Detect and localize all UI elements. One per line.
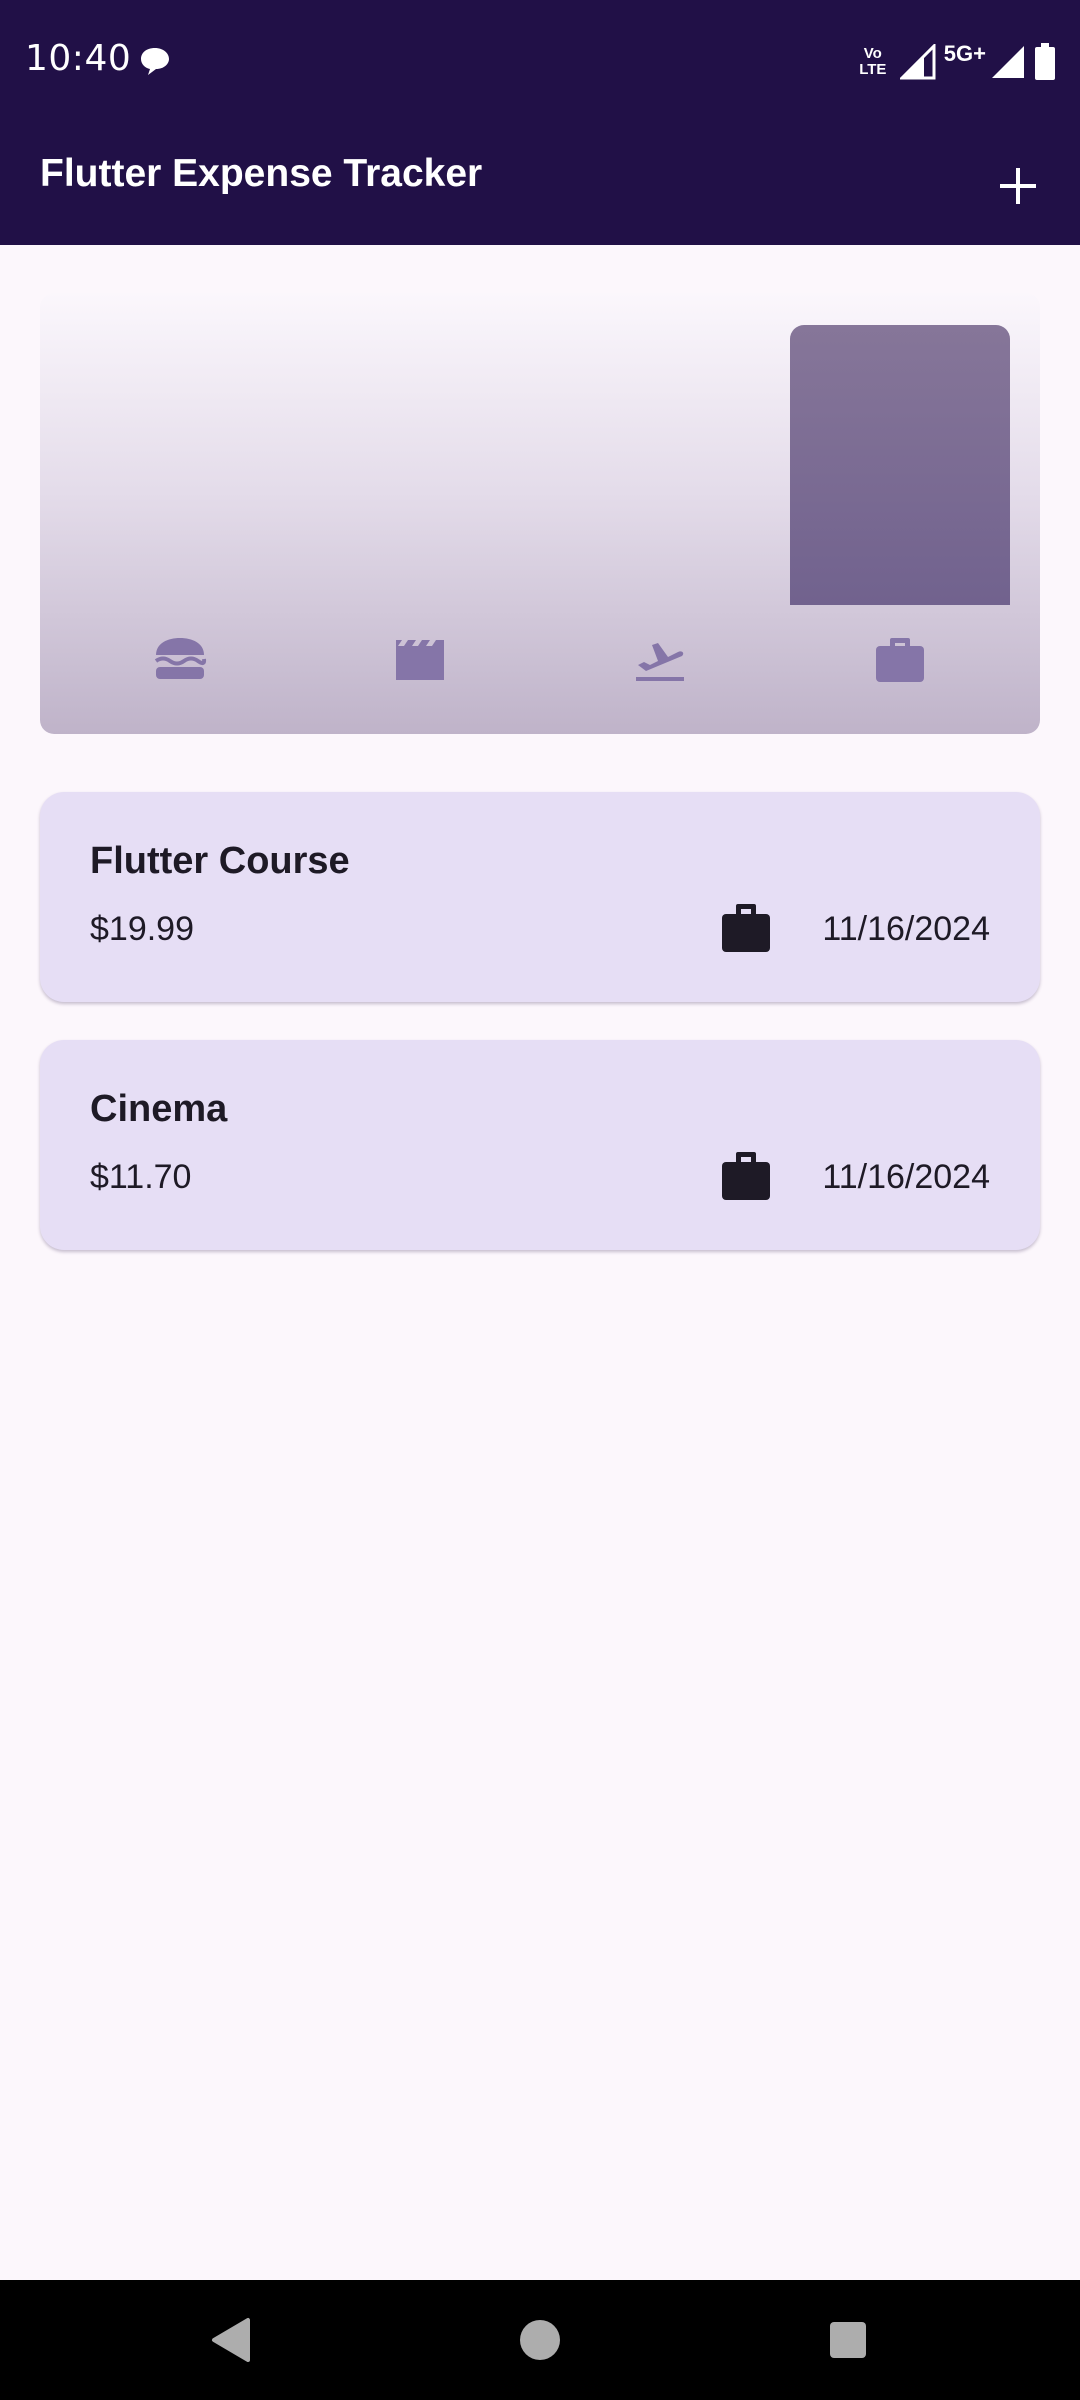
chat-bubble-icon <box>141 48 169 75</box>
chart-bar-slot-leisure <box>310 325 530 605</box>
briefcase-icon <box>722 1152 770 1200</box>
status-time: 10:40 <box>25 38 132 79</box>
signal-icon <box>899 44 936 80</box>
chart-bar-slot-work <box>790 325 1010 605</box>
expense-item[interactable]: Cinema $11.70 11/16/2024 <box>40 1040 1040 1250</box>
home-circle-icon <box>520 2320 560 2360</box>
expense-item[interactable]: Flutter Course $19.99 11/16/2024 <box>40 792 1040 1002</box>
back-triangle-icon <box>212 2318 250 2362</box>
system-nav-bar <box>0 2280 1080 2400</box>
app-bar: Flutter Expense Tracker <box>0 126 1080 245</box>
recents-button[interactable] <box>816 2308 880 2372</box>
expense-date: 11/16/2024 <box>822 910 990 948</box>
burger-icon <box>150 633 210 685</box>
expense-chart <box>40 293 1040 734</box>
recents-square-icon <box>830 2322 866 2358</box>
clapperboard-icon <box>390 633 450 685</box>
home-button[interactable] <box>508 2308 572 2372</box>
expense-date: 11/16/2024 <box>822 1158 990 1196</box>
expense-title: Cinema <box>90 1088 228 1130</box>
volte-label-bottom: LTE <box>859 61 887 78</box>
flight-takeoff-icon <box>630 633 690 685</box>
network-type-label: 5G+ <box>943 41 986 66</box>
app-title: Flutter Expense Tracker <box>40 152 483 195</box>
signal-full-icon <box>992 46 1024 78</box>
volte-icon: Vo LTE <box>854 46 892 78</box>
briefcase-icon <box>870 633 930 685</box>
status-icons: Vo LTE 5G+ <box>854 40 1056 84</box>
battery-icon <box>1035 43 1055 80</box>
chart-bar-slot-food <box>70 325 290 605</box>
volte-label-top: Vo <box>863 45 882 62</box>
plus-icon <box>1000 168 1036 204</box>
expense-title: Flutter Course <box>90 840 350 882</box>
expense-amount: $11.70 <box>90 1158 192 1196</box>
add-expense-button[interactable] <box>978 146 1058 226</box>
expense-amount: $19.99 <box>90 910 194 948</box>
briefcase-icon <box>722 904 770 952</box>
chart-bar-slot-travel <box>550 325 770 605</box>
back-button[interactable] <box>198 2308 262 2372</box>
status-bar: 10:40 Vo LTE 5G+ <box>0 0 1080 126</box>
chart-bar-work <box>790 325 1010 605</box>
